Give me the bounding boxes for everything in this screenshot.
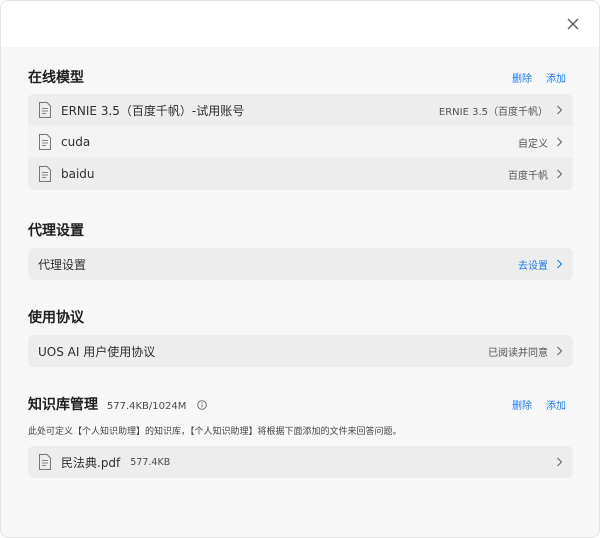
chevron-right-icon [557, 105, 563, 115]
model-list: ERNIE 3.5（百度千帆）-试用账号 ERNIE 3.5（百度千帆） cud… [28, 94, 573, 190]
model-row-baidu[interactable]: baidu 百度千帆 [28, 158, 573, 190]
model-name: ERNIE 3.5（百度千帆）-试用账号 [61, 103, 245, 118]
file-icon [39, 102, 51, 118]
proxy-row-label: 代理设置 [38, 257, 87, 272]
online-models-title: 在线模型 [28, 70, 84, 86]
model-row-ernie[interactable]: ERNIE 3.5（百度千帆）-试用账号 ERNIE 3.5（百度千帆） [28, 94, 573, 126]
add-model-button[interactable]: 添加 [546, 70, 566, 85]
knowledge-base-title-text: 知识库管理 [28, 397, 98, 413]
agreement-group: UOS AI 用户使用协议 已阅读并同意 [28, 335, 573, 367]
model-row-cuda[interactable]: cuda 自定义 [28, 126, 573, 158]
chevron-right-icon [557, 346, 563, 356]
proxy-section-title: 代理设置 [28, 223, 84, 239]
file-row[interactable]: 民法典.pdf 577.4KB [28, 446, 573, 478]
knowledge-file-list: 民法典.pdf 577.4KB [28, 446, 573, 478]
storage-usage: 577.4KB/1024M [106, 401, 187, 412]
model-provider: ERNIE 3.5（百度千帆） [439, 103, 563, 118]
chevron-right-icon [557, 169, 563, 179]
delete-model-button[interactable]: 删除 [512, 70, 532, 85]
info-icon[interactable] [197, 400, 208, 410]
online-models-actions: 删除 添加 [512, 70, 566, 85]
chevron-right-icon [557, 259, 563, 269]
model-name: baidu [61, 167, 95, 181]
proxy-settings-row[interactable]: 代理设置 去设置 [28, 248, 573, 280]
model-provider-label: ERNIE 3.5（百度千帆） [438, 106, 548, 118]
agreement-section-title: 使用协议 [28, 310, 84, 326]
close-icon [567, 18, 579, 30]
chevron-right-icon [557, 457, 563, 467]
model-provider-label: 自定义 [518, 138, 548, 150]
file-icon [39, 454, 51, 470]
model-provider: 百度千帆 [508, 167, 563, 182]
go-settings-label: 去设置 [518, 260, 548, 272]
close-button[interactable] [561, 12, 585, 36]
file-name: 民法典.pdf [61, 455, 121, 470]
file-open [548, 457, 563, 467]
knowledge-base-actions: 删除 添加 [512, 397, 566, 412]
agreement-status: 已阅读并同意 [488, 344, 563, 359]
file-size: 577.4KB [130, 456, 171, 468]
chevron-right-icon [557, 137, 563, 147]
agreement-status-label: 已阅读并同意 [488, 347, 548, 359]
knowledge-base-title: 知识库管理 577.4KB/1024M [28, 394, 208, 414]
file-icon [39, 166, 51, 182]
delete-file-button[interactable]: 删除 [512, 397, 532, 412]
proxy-group: 代理设置 去设置 [28, 248, 573, 280]
model-name: cuda [61, 135, 91, 149]
model-provider-label: 百度千帆 [508, 170, 548, 182]
go-settings-link[interactable]: 去设置 [518, 257, 563, 272]
settings-dialog: 在线模型 删除 添加 ERNIE 3.5（百度千帆）-试用账号 ERNIE 3.… [0, 0, 600, 538]
title-bar [1, 1, 599, 47]
agreement-row-label: UOS AI 用户使用协议 [38, 344, 156, 359]
model-provider: 自定义 [518, 135, 563, 150]
add-file-button[interactable]: 添加 [546, 397, 566, 412]
knowledge-base-description: 此处可定义【个人知识助理】的知识库，【个人知识助理】将根据下面添加的文件来回答问… [28, 427, 402, 437]
file-icon [39, 134, 51, 150]
user-agreement-row[interactable]: UOS AI 用户使用协议 已阅读并同意 [28, 335, 573, 367]
